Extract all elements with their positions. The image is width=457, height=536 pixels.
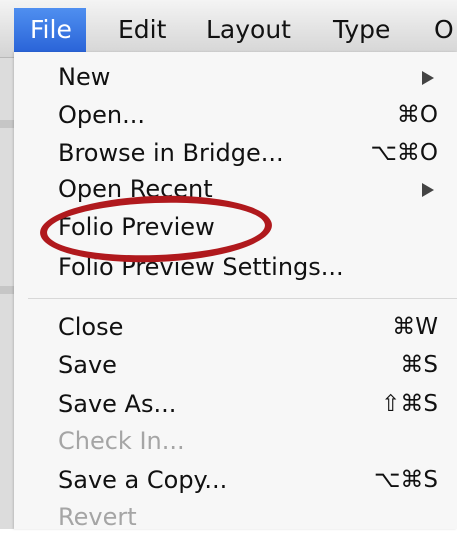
menu-item-label: Save a Copy... bbox=[58, 466, 228, 494]
menubar-file[interactable]: File bbox=[14, 8, 86, 52]
menubar-type[interactable]: Type bbox=[333, 10, 390, 50]
menu-item-label: Check In... bbox=[58, 427, 185, 455]
menu-item-label: Revert bbox=[58, 503, 137, 531]
menu-item-folio-preview[interactable]: Folio Preview bbox=[58, 208, 438, 246]
menu-bar: File Edit Layout Type O bbox=[0, 0, 457, 58]
menu-item-label: Folio Preview bbox=[58, 213, 215, 241]
menu-item-label: New bbox=[58, 63, 111, 91]
menubar-object-truncated[interactable]: O bbox=[434, 10, 454, 50]
background-divider bbox=[0, 286, 14, 294]
submenu-arrow-icon bbox=[422, 71, 434, 85]
menubar-layout[interactable]: Layout bbox=[206, 10, 291, 50]
menu-item-shortcut: ⌥⌘O bbox=[370, 140, 438, 166]
menu-separator bbox=[28, 298, 457, 299]
menu-item-label: Close bbox=[58, 313, 124, 341]
menu-item-open-recent[interactable]: Open Recent bbox=[58, 170, 438, 208]
menu-item-label: Save bbox=[58, 351, 117, 379]
menu-item-open[interactable]: Open... ⌘O bbox=[58, 96, 438, 134]
menu-item-check-in: Check In... bbox=[58, 422, 438, 460]
menu-item-label: Open Recent bbox=[58, 175, 213, 203]
menu-item-label: Save As... bbox=[58, 390, 177, 418]
submenu-arrow-icon bbox=[422, 183, 434, 197]
menu-item-browse-in-bridge[interactable]: Browse in Bridge... ⌥⌘O bbox=[58, 134, 438, 172]
menu-item-save-a-copy[interactable]: Save a Copy... ⌥⌘S bbox=[58, 461, 438, 499]
menu-item-shortcut: ⌘O bbox=[396, 102, 438, 128]
menu-item-label: Folio Preview Settings... bbox=[58, 253, 344, 281]
menu-item-folio-preview-settings[interactable]: Folio Preview Settings... bbox=[58, 248, 438, 286]
file-menu: New Open... ⌘O Browse in Bridge... ⌥⌘O O… bbox=[14, 52, 457, 531]
menu-item-shortcut: ⇧⌘S bbox=[381, 391, 438, 417]
menu-item-label: Browse in Bridge... bbox=[58, 139, 284, 167]
menu-item-new[interactable]: New bbox=[58, 58, 438, 96]
menu-item-label: Open... bbox=[58, 101, 145, 129]
menu-item-revert: Revert bbox=[58, 498, 438, 536]
background-divider bbox=[0, 120, 14, 128]
menu-item-shortcut: ⌘W bbox=[392, 314, 438, 340]
menu-item-close[interactable]: Close ⌘W bbox=[58, 308, 438, 346]
menu-item-save-as[interactable]: Save As... ⇧⌘S bbox=[58, 385, 438, 423]
menu-item-save[interactable]: Save ⌘S bbox=[58, 346, 438, 384]
menu-item-shortcut: ⌥⌘S bbox=[373, 467, 438, 493]
menubar-edit[interactable]: Edit bbox=[118, 10, 166, 50]
background-window-strip bbox=[0, 58, 14, 529]
menu-item-shortcut: ⌘S bbox=[400, 352, 438, 378]
